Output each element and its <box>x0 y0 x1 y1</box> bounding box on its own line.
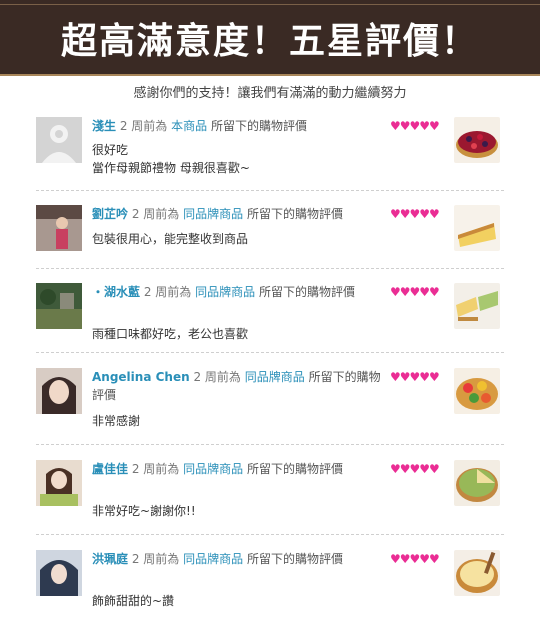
review-meta: ・湖水藍 2 周前為 同品牌商品 所留下的購物評價 <box>92 283 382 301</box>
review-time: 2 周前為 <box>193 370 241 384</box>
review-line: 包裝很用心，能完整收到商品 <box>92 232 249 246</box>
review-suffix: 所留下的購物評價 <box>210 119 307 133</box>
reviewer-name[interactable]: Angelina Chen <box>92 370 190 384</box>
divider <box>36 190 504 191</box>
product-link[interactable]: 同品牌商品 <box>183 552 243 566</box>
review-line: 很好吃 <box>92 143 129 157</box>
review-time: 2 周前為 <box>143 285 192 299</box>
review-text: 非常好吃~謝謝你!! <box>92 502 372 520</box>
avatar[interactable] <box>36 368 82 414</box>
avatar[interactable] <box>36 283 82 329</box>
review-line: 非常感謝 <box>92 414 141 428</box>
rating-hearts: ♥♥♥♥♥ <box>390 119 440 133</box>
review-suffix: 所留下的購物評價 <box>246 552 343 566</box>
review-line: 非常好吃~謝謝你!! <box>92 504 196 518</box>
reviewer-name[interactable]: 盧佳佳 <box>92 462 128 476</box>
review-line: 飾飾甜甜的~讚 <box>92 594 175 608</box>
banner-title: 超高滿意度！五星評價！ <box>60 21 479 62</box>
product-thumbnail[interactable] <box>454 368 500 414</box>
avatar[interactable] <box>36 205 82 251</box>
divider <box>36 352 504 353</box>
review-suffix: 所留下的購物評價 <box>246 462 343 476</box>
review-text: 雨種口味都好吃，老公也喜歡 <box>92 325 372 343</box>
review-meta: 淺生 2 周前為 本商品 所留下的購物評價 <box>92 117 382 135</box>
review-meta: Angelina Chen 2 周前為 同品牌商品 所留下的購物評價 <box>92 368 382 404</box>
product-thumbnail[interactable] <box>454 117 500 163</box>
product-link[interactable]: 同品牌商品 <box>245 370 305 384</box>
avatar[interactable] <box>36 550 82 596</box>
product-link[interactable]: 同品牌商品 <box>183 462 243 476</box>
review-suffix: 所留下的購物評價 <box>258 285 355 299</box>
reviewer-name[interactable]: 洪珮庭 <box>92 552 128 566</box>
review-time: 2 周前為 <box>131 207 180 221</box>
review-line: 雨種口味都好吃，老公也喜歡 <box>92 327 249 341</box>
product-thumbnail[interactable] <box>454 460 500 506</box>
review-meta: 劉芷吟 2 周前為 同品牌商品 所留下的購物評價 <box>92 205 382 223</box>
product-link[interactable]: 同品牌商品 <box>183 207 243 221</box>
product-thumbnail[interactable] <box>454 550 500 596</box>
review-suffix: 所留下的購物評價 <box>246 207 343 221</box>
rating-hearts: ♥♥♥♥♥ <box>390 207 440 221</box>
reviewer-name[interactable]: 劉芷吟 <box>92 207 128 221</box>
product-link[interactable]: 本商品 <box>171 119 207 133</box>
review-time: 2 周前為 <box>119 119 168 133</box>
rating-hearts: ♥♥♥♥♥ <box>390 285 440 299</box>
review-time: 2 周前為 <box>131 552 180 566</box>
reviewer-name[interactable]: ・湖水藍 <box>92 285 140 299</box>
avatar[interactable] <box>36 117 82 163</box>
divider <box>36 534 504 535</box>
reviewer-name[interactable]: 淺生 <box>92 119 116 133</box>
divider <box>36 268 504 269</box>
review-time: 2 周前為 <box>131 462 180 476</box>
review-text: 包裝很用心，能完整收到商品 <box>92 230 372 248</box>
divider <box>36 444 504 445</box>
avatar[interactable] <box>36 460 82 506</box>
review-meta: 盧佳佳 2 周前為 同品牌商品 所留下的購物評價 <box>92 460 382 478</box>
header-banner: 超高滿意度！五星評價！ <box>0 0 540 76</box>
rating-hearts: ♥♥♥♥♥ <box>390 552 440 566</box>
review-text: 非常感謝 <box>92 412 372 430</box>
subtitle: 感謝你們的支持！讓我們有滿滿的動力繼續努力 <box>133 86 407 101</box>
rating-hearts: ♥♥♥♥♥ <box>390 370 440 384</box>
product-link[interactable]: 同品牌商品 <box>195 285 255 299</box>
product-thumbnail[interactable] <box>454 205 500 251</box>
review-line: 當作母親節禮物 母親很喜歡~ <box>92 161 250 175</box>
review-text: 飾飾甜甜的~讚 <box>92 592 372 610</box>
rating-hearts: ♥♥♥♥♥ <box>390 462 440 476</box>
review-text: 很好吃 當作母親節禮物 母親很喜歡~ <box>92 141 372 177</box>
review-meta: 洪珮庭 2 周前為 同品牌商品 所留下的購物評價 <box>92 550 382 568</box>
product-thumbnail[interactable] <box>454 283 500 329</box>
